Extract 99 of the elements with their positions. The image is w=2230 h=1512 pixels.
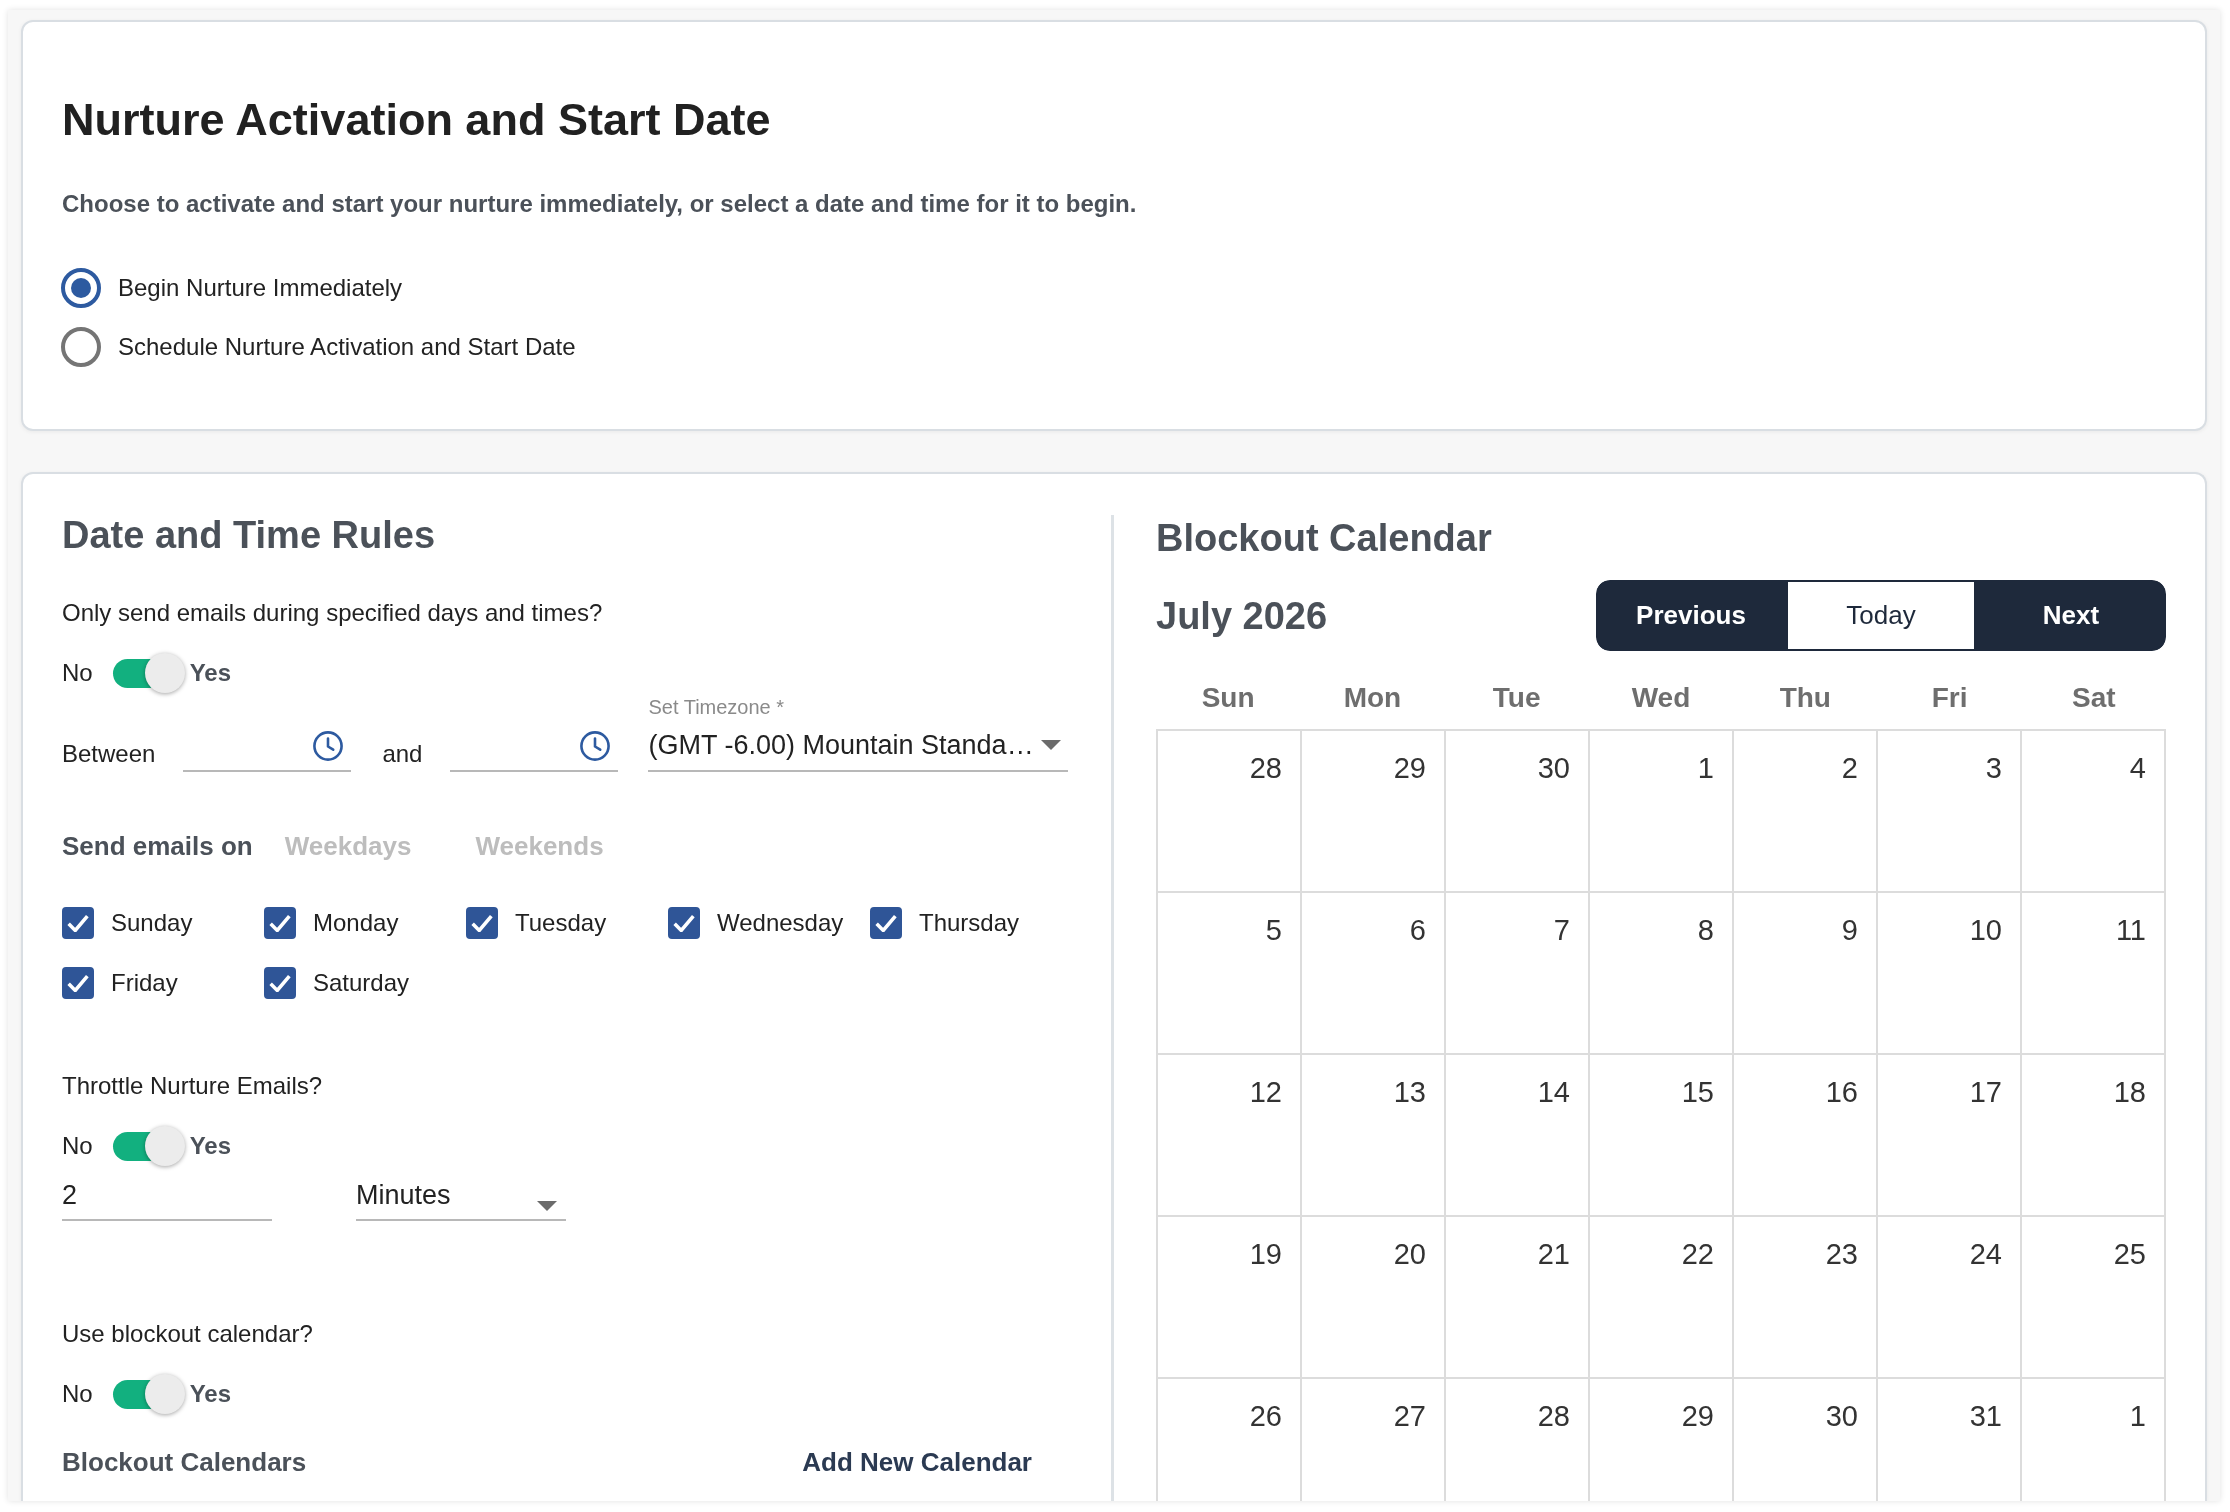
field-label: and	[382, 739, 423, 769]
checkbox[interactable]	[62, 967, 94, 999]
question-text: Throttle Nurture Emails?	[62, 1071, 323, 1101]
calendar-day-cell[interactable]: 5	[1158, 893, 1302, 1055]
calendar-day-cell[interactable]: 6	[1302, 893, 1446, 1055]
calendar-day-cell[interactable]: 27	[1302, 1379, 1446, 1501]
add-calendar-link[interactable]: Add New Calendar	[802, 1445, 1032, 1479]
weekday-header: Sat	[2072, 681, 2116, 715]
radio-label: Schedule Nurture Activation and Start Date	[118, 332, 576, 362]
question-text: Use blockout calendar?	[62, 1319, 313, 1349]
check-icon	[269, 974, 291, 992]
section-title: Nurture Activation and Start Date	[62, 94, 771, 146]
check-icon	[471, 914, 493, 932]
clock-icon	[313, 731, 344, 761]
calendar-day-cell[interactable]: 21	[1446, 1217, 1590, 1379]
checkbox-label: Friday	[111, 968, 178, 998]
toggle-switch[interactable]	[112, 653, 185, 693]
checkbox-label: Tuesday	[515, 908, 607, 938]
checkbox-label: Thursday	[919, 908, 1020, 938]
field-label: Send emails on	[62, 830, 253, 863]
weekday-header: Thu	[1779, 681, 1831, 715]
calendar-day-cell[interactable]: 7	[1446, 893, 1590, 1055]
calendar-day-cell[interactable]: 20	[1302, 1217, 1446, 1379]
calendar-day-cell[interactable]: 8	[1590, 893, 1734, 1055]
section-description: Choose to activate and start your nurture immediately, or select a date and time for it to begin.	[62, 189, 1137, 219]
checkbox[interactable]	[264, 907, 296, 939]
checkbox-label: Saturday	[313, 968, 410, 998]
checkbox-label: Wednesday	[717, 908, 844, 938]
calendar-day-cell[interactable]: 24	[1878, 1217, 2022, 1379]
toggle-switch[interactable]	[112, 1126, 185, 1166]
check-icon	[673, 914, 695, 932]
clock-icon	[580, 731, 611, 761]
subsection-title: Blockout Calendars	[62, 1446, 307, 1479]
field-label: Set Timezone *	[648, 695, 785, 720]
calendar-day-cell[interactable]: 30	[1446, 731, 1590, 893]
weekday-header: Tue	[1492, 681, 1541, 715]
calendar-day-cell[interactable]: 10	[1878, 893, 2022, 1055]
calendar-day-cell[interactable]: 16	[1734, 1055, 1878, 1217]
radio-label: Begin Nurture Immediately	[118, 273, 403, 303]
calendar-day-cell[interactable]: 25	[2022, 1217, 2166, 1379]
checkbox[interactable]	[668, 907, 700, 939]
section-title: Date and Time Rules	[62, 513, 436, 558]
calendar-day-cell[interactable]: 28	[1446, 1379, 1590, 1501]
checkbox[interactable]	[62, 907, 94, 939]
calendar-day-cell[interactable]: 30	[1734, 1379, 1878, 1501]
weekday-header: Wed	[1631, 681, 1691, 715]
toggle-label: Yes	[189, 1379, 232, 1409]
calendar-day-cell[interactable]: 28	[1158, 731, 1302, 893]
weekday-header: Fri	[1931, 681, 1968, 715]
section-title: Blockout Calendar	[1156, 516, 1492, 561]
radio-button[interactable]	[61, 327, 101, 367]
calendar-day-cell[interactable]: 17	[1878, 1055, 2022, 1217]
calendar-day-cell[interactable]: 12	[1158, 1055, 1302, 1217]
amount-field[interactable]: 2	[62, 1171, 272, 1221]
toggle-label: Yes	[189, 1131, 232, 1161]
unit-select[interactable]: Minutes	[356, 1171, 566, 1221]
calendar-day-cell[interactable]: 29	[1590, 1379, 1734, 1501]
check-icon	[875, 914, 897, 932]
calendar-day-cell[interactable]: 14	[1446, 1055, 1590, 1217]
checkbox-label: Sunday	[111, 908, 193, 938]
toggle-label: No	[62, 658, 93, 688]
calendar-day-cell[interactable]: 1	[1590, 731, 1734, 893]
month-title: July 2026	[1156, 593, 1328, 639]
check-icon	[67, 974, 89, 992]
calendar-nav-button[interactable]: Next	[1976, 580, 2166, 651]
toggle-switch[interactable]	[112, 1374, 185, 1414]
calendar-day-cell[interactable]: 9	[1734, 893, 1878, 1055]
calendar-day-cell[interactable]: 18	[2022, 1055, 2166, 1217]
weekday-header: Mon	[1343, 681, 1402, 715]
check-icon	[269, 914, 291, 932]
weekday-header: Sun	[1201, 681, 1255, 715]
radio-button[interactable]	[61, 268, 101, 308]
calendar-day-cell[interactable]: 1	[2022, 1379, 2166, 1501]
checkbox[interactable]	[870, 907, 902, 939]
caret-icon	[1041, 740, 1062, 750]
checkbox-label: Monday	[313, 908, 399, 938]
calendar-day-cell[interactable]: 2	[1734, 731, 1878, 893]
calendar-day-cell[interactable]: 19	[1158, 1217, 1302, 1379]
question-text: Only send emails during specified days and times?	[62, 598, 603, 628]
calendar-day-cell[interactable]: 13	[1302, 1055, 1446, 1217]
calendar-day-cell[interactable]: 22	[1590, 1217, 1734, 1379]
caret-icon	[537, 1201, 557, 1211]
calendar-day-cell[interactable]: 26	[1158, 1379, 1302, 1501]
check-icon	[67, 914, 89, 932]
calendar-day-cell[interactable]: 4	[2022, 731, 2166, 893]
checkbox[interactable]	[466, 907, 498, 939]
toggle-label: No	[62, 1131, 93, 1161]
calendar-day-cell[interactable]: 23	[1734, 1217, 1878, 1379]
calendar-day-cell[interactable]: 15	[1590, 1055, 1734, 1217]
calendar-day-cell[interactable]: 11	[2022, 893, 2166, 1055]
timezone-select[interactable]: (GMT -6.00) Mountain Standa…	[648, 720, 1069, 772]
toggle-label: Yes	[189, 658, 232, 688]
calendar-day-cell[interactable]: 31	[1878, 1379, 2022, 1501]
calendar-day-cell[interactable]: 29	[1302, 731, 1446, 893]
toggle-label: No	[62, 1379, 93, 1409]
field-label: Between	[62, 739, 156, 769]
checkbox[interactable]	[264, 967, 296, 999]
calendar-nav-button[interactable]: Previous	[1596, 580, 1786, 651]
calendar-day-cell[interactable]: 3	[1878, 731, 2022, 893]
